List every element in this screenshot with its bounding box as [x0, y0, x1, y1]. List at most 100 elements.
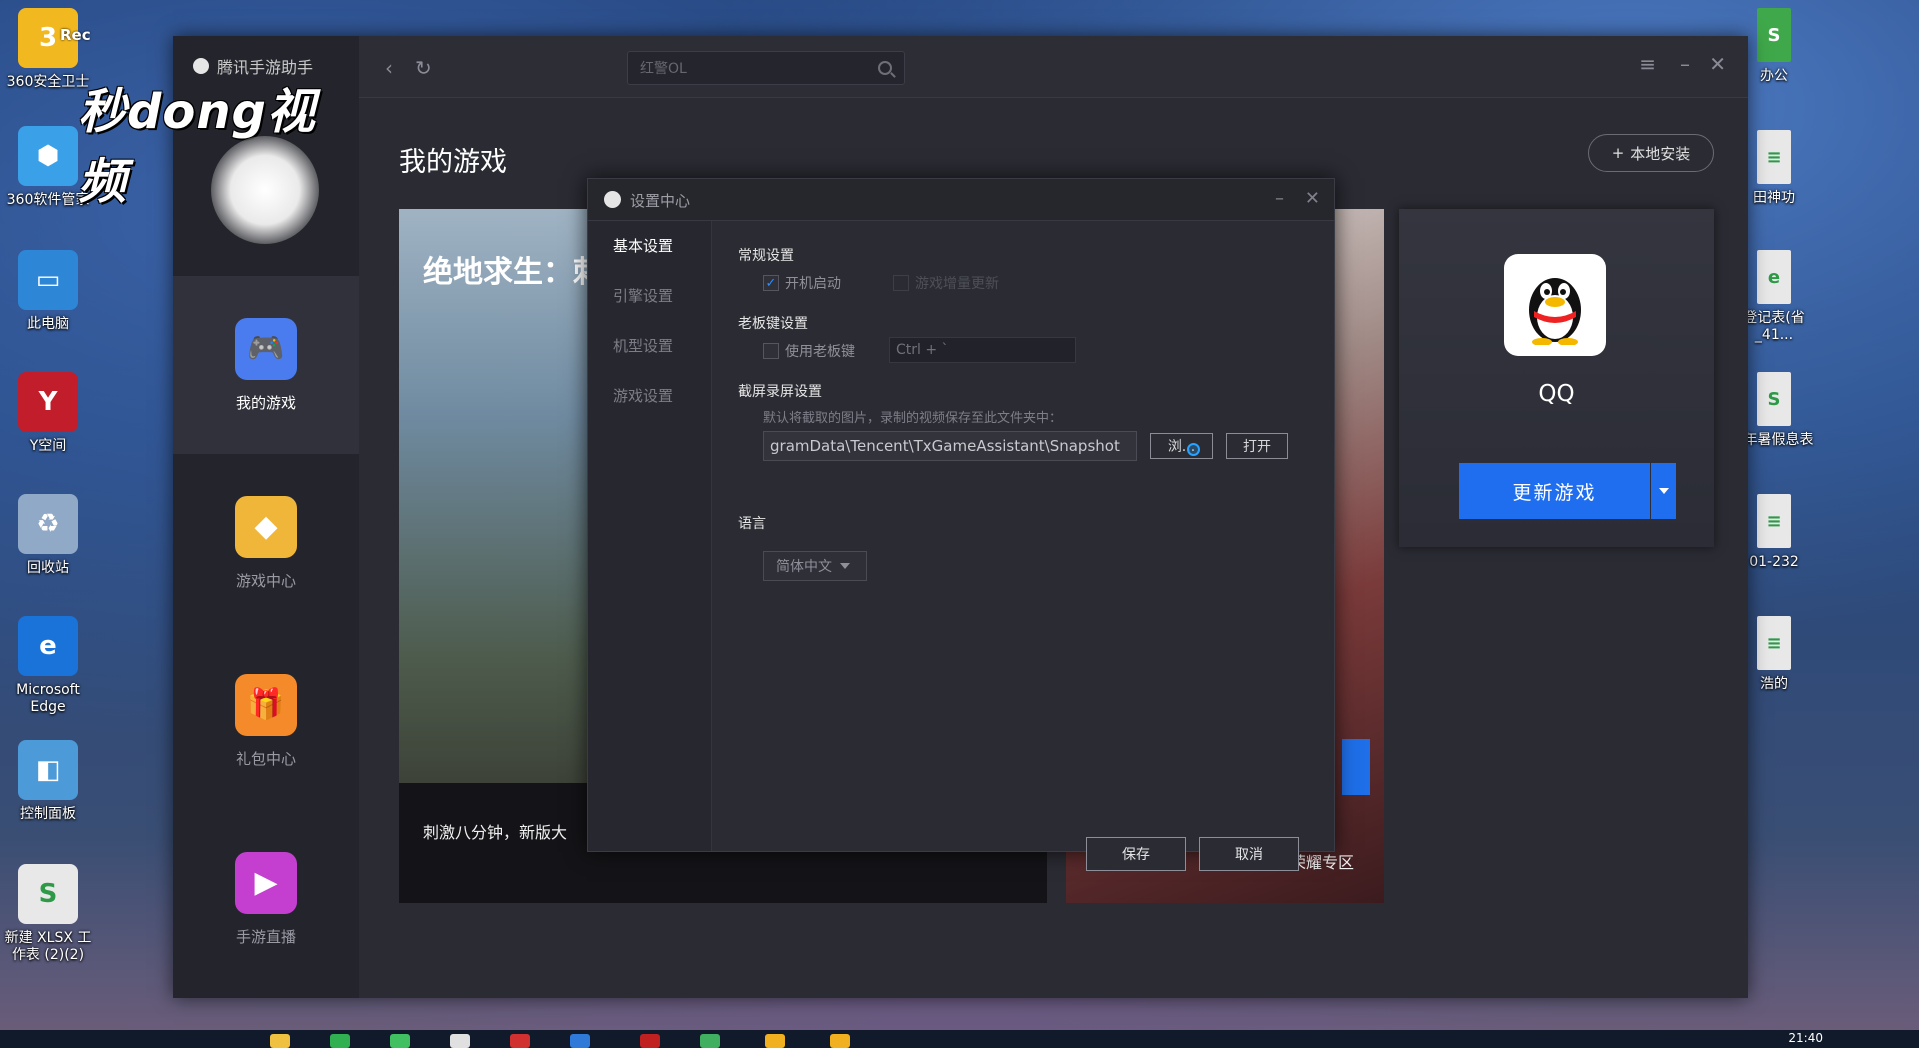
local-install-button[interactable]: + 本地安装 — [1588, 134, 1714, 172]
incremental-update-checkbox: 游戏增量更新 — [893, 273, 999, 293]
desktop-icon-edge[interactable]: e Microsoft Edge — [0, 616, 96, 716]
update-dropdown-button[interactable] — [1651, 463, 1676, 519]
chevron-down-icon — [840, 563, 850, 569]
search-input[interactable]: 红警OL — [627, 51, 905, 85]
checkbox-unchecked-icon — [763, 343, 779, 359]
save-button[interactable]: 保存 — [1086, 837, 1186, 871]
nav-game-center-label: 游戏中心 — [235, 571, 296, 590]
taskbar-app-icon[interactable] — [830, 1034, 850, 1048]
desktop-icon-label: 360软件管家 — [6, 192, 90, 208]
taskbar-app-icon[interactable] — [765, 1034, 785, 1048]
user-avatar[interactable] — [211, 136, 319, 244]
settings-tab-game[interactable]: 游戏设置 — [588, 371, 711, 421]
nav-live-icon: ▶ — [235, 851, 297, 914]
checkbox-checked-icon: ✓ — [763, 275, 779, 291]
minimize-icon[interactable]: – — [1680, 52, 1690, 76]
nav-game-center[interactable]: ◆ 游戏中心 — [173, 454, 359, 632]
desktop-icon-label: 360安全卫士 — [6, 74, 90, 90]
taskbar-app-icon[interactable] — [330, 1034, 350, 1048]
checkbox-disabled-icon — [893, 275, 909, 291]
nav-live-label: 手游直播 — [235, 927, 296, 946]
desktop-icon-y-space[interactable]: Y Y空间 — [0, 372, 96, 455]
use-boss-key-label: 使用老板键 — [785, 344, 855, 360]
desktop-icon-edge-icon: e — [18, 616, 78, 676]
desktop-icon-label: 控制面板 — [20, 806, 76, 822]
desktop-icon-xlsx-icon: S — [18, 864, 78, 924]
dialog-close-icon[interactable]: ✕ — [1305, 188, 1320, 209]
desktop-icon-summer-icon: S — [1757, 372, 1791, 426]
pubg-description: 刺激八分钟，新版大 — [423, 823, 568, 842]
language-selected-value: 简体中文 — [776, 559, 832, 575]
app-toolbar: ‹ ↻ 红警OL ≡ – ✕ — [359, 36, 1748, 98]
use-boss-key-checkbox[interactable]: 使用老板键 — [763, 341, 855, 361]
autostart-checkbox[interactable]: ✓ 开机启动 — [763, 273, 841, 293]
taskbar-app-icon[interactable] — [640, 1034, 660, 1048]
open-folder-button[interactable]: 打开 — [1226, 433, 1288, 459]
desktop-icon-y-space-icon: Y — [18, 372, 78, 432]
refresh-icon[interactable]: ↻ — [415, 56, 432, 80]
nav-my-games-icon: 🎮 — [235, 317, 297, 380]
desktop-icon-label: 浩的 — [1760, 676, 1788, 692]
back-icon[interactable]: ‹ — [385, 56, 393, 80]
file-explorer-icon[interactable] — [270, 1034, 290, 1048]
desktop-icon-control-panel[interactable]: ◧ 控制面板 — [0, 740, 96, 823]
desktop-icon-this-pc[interactable]: ▭ 此电脑 — [0, 250, 96, 333]
language-heading: 语言 — [738, 516, 766, 532]
settings-tab-basic[interactable]: 基本设置 — [588, 221, 711, 271]
settings-dialog: 设置中心 – ✕ 基本设置 引擎设置 机型设置 游戏设置 常规设置 ✓ 开机启动… — [587, 178, 1335, 871]
taskbar-app-icon[interactable] — [570, 1034, 590, 1048]
nav-gift-center-label: 礼包中心 — [235, 749, 296, 768]
chevron-down-icon — [1658, 488, 1669, 494]
language-select[interactable]: 简体中文 — [763, 551, 867, 581]
settings-dialog-title: 设置中心 — [630, 192, 691, 210]
desktop-icon-doc-1-icon: ≡ — [1757, 130, 1791, 184]
desktop-icon-label: 01-232 — [1749, 554, 1799, 570]
desktop-icon-xlsx[interactable]: S 新建 XLSX 工作表 (2)(2) — [0, 864, 96, 964]
boss-key-hotkey-field[interactable]: Ctrl + ` — [889, 337, 1076, 363]
desktop-icon-recycle-bin[interactable]: ♻ 回收站 — [0, 494, 96, 577]
search-placeholder: 红警OL — [640, 61, 687, 77]
desktop-icon-doc-3-icon: ≡ — [1757, 616, 1791, 670]
browse-button[interactable]: 浏... — [1150, 433, 1213, 459]
desktop-icon-label: 办公 — [1760, 68, 1788, 84]
sidebar-nav: 🎮 我的游戏 ◆ 游戏中心 🎁 礼包中心 ▶ 手游直播 — [173, 276, 359, 988]
desktop-icon-office-icon: S — [1757, 8, 1791, 62]
desktop-icon-label: 此电脑 — [27, 316, 69, 332]
menu-icon[interactable]: ≡ — [1639, 52, 1656, 76]
settings-tab-engine[interactable]: 引擎设置 — [588, 271, 711, 321]
autostart-label: 开机启动 — [785, 276, 841, 292]
search-icon[interactable] — [878, 61, 892, 75]
nav-gift-center[interactable]: 🎁 礼包中心 — [173, 632, 359, 810]
settings-body: 常规设置 ✓ 开机启动 游戏增量更新 老板键设置 使用老板键 Ctrl + ` … — [738, 221, 1314, 871]
taskbar-app-icon[interactable] — [700, 1034, 720, 1048]
nav-gift-center-icon: 🎁 — [235, 673, 297, 736]
desktop-icon-label: 新建 XLSX 工作表 (2)(2) — [4, 930, 92, 963]
nav-game-center-icon: ◆ — [235, 495, 297, 558]
wechat-icon[interactable] — [390, 1034, 410, 1048]
update-game-button[interactable]: 更新游戏 — [1459, 463, 1650, 519]
settings-tab-device[interactable]: 机型设置 — [588, 321, 711, 371]
cancel-button[interactable]: 取消 — [1199, 837, 1299, 871]
capture-settings-heading: 截屏录屏设置 — [738, 384, 822, 400]
desktop-icon-recycle-bin-icon: ♻ — [18, 494, 78, 554]
boss-key-heading: 老板键设置 — [738, 316, 808, 332]
nav-my-games-label: 我的游戏 — [235, 393, 296, 412]
desktop-icon-doc-2-icon: ≡ — [1757, 494, 1791, 548]
plus-icon: + — [1611, 144, 1625, 162]
game-card-qq: QQ 更新游戏 — [1399, 209, 1714, 547]
desktop-icon-360-software-icon: ⬢ — [18, 126, 78, 186]
local-install-label: 本地安装 — [1630, 144, 1691, 163]
close-icon[interactable]: ✕ — [1709, 52, 1726, 76]
rec-indicator: Rec — [60, 26, 91, 44]
mouse-cursor-icon — [1187, 443, 1200, 456]
general-settings-heading: 常规设置 — [738, 248, 794, 264]
nav-my-games[interactable]: 🎮 我的游戏 — [173, 276, 359, 454]
windows-taskbar: 21:40 — [0, 1030, 1919, 1048]
dialog-minimize-icon[interactable]: – — [1275, 188, 1284, 209]
snapshot-path-field[interactable]: gramData\Tencent\TxGameAssistant\Snapsho… — [763, 431, 1137, 461]
nav-live[interactable]: ▶ 手游直播 — [173, 810, 359, 988]
taskbar-app-icon[interactable] — [510, 1034, 530, 1048]
hok-dropdown-button[interactable] — [1342, 739, 1370, 795]
pubg-title: 绝地求生：刺 — [423, 255, 603, 290]
taskbar-app-icon[interactable] — [450, 1034, 470, 1048]
